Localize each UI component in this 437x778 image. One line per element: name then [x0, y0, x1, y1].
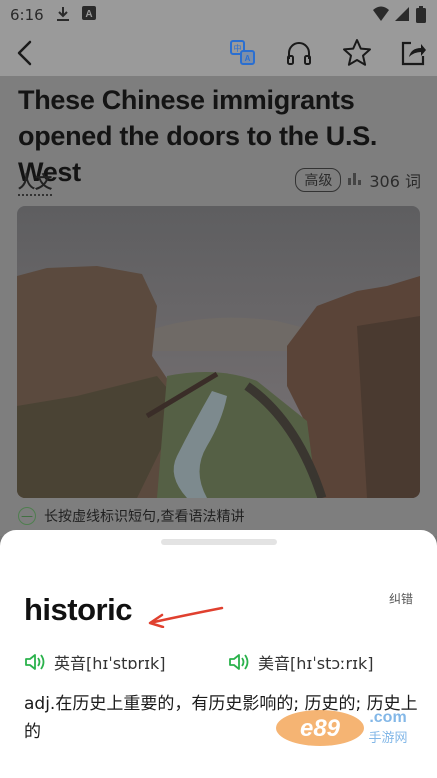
status-bar: 6:16 A [0, 0, 437, 30]
word-count: 306 词 [369, 172, 421, 191]
bar-chart-icon [347, 170, 363, 191]
top-toolbar: 中 A [0, 30, 437, 76]
svg-text:A: A [245, 54, 251, 63]
looked-up-word: historic [24, 592, 132, 627]
svg-text:e89: e89 [300, 715, 341, 742]
level-badge: 高级 [295, 168, 342, 192]
translate-icon: 中 A [230, 40, 255, 65]
us-pronunciation[interactable]: 美音[hɪˈstɔːrɪk] [228, 650, 374, 674]
star-icon [343, 39, 371, 66]
grammar-hint-text: 长按虚线标识短句,查看语法精讲 [44, 509, 245, 525]
back-button[interactable] [8, 36, 42, 70]
sheet-drag-handle[interactable] [161, 539, 277, 545]
svg-text:.com: .com [369, 709, 406, 726]
minus-circle-icon: — [18, 507, 36, 525]
signal-icon [394, 6, 410, 26]
word-definition-sheet: 纠错 historic 英音[hɪˈstɒrɪk] 美音[hɪˈstɔːrɪk]… [0, 530, 437, 778]
uk-pronunciation[interactable]: 英音[hɪˈstɒrɪk] [24, 650, 166, 674]
uk-pronunciation-text: 英音[hɪˈstɒrɪk] [54, 654, 166, 673]
article-hero-image [17, 206, 420, 498]
headphones-icon [287, 42, 311, 65]
svg-text:中: 中 [234, 43, 242, 53]
translate-button[interactable]: 中 A [226, 36, 260, 70]
wifi-icon [372, 6, 390, 26]
us-pronunciation-text: 美音[hɪˈstɔːrɪk] [258, 654, 374, 673]
report-error-button[interactable]: 纠错 [389, 590, 413, 607]
article-category[interactable]: 人文 [18, 168, 52, 196]
download-icon [56, 6, 70, 26]
back-icon [17, 40, 32, 66]
speaker-icon [25, 654, 45, 670]
article-meta: 高级 306 词 [295, 168, 421, 192]
status-time: 6:16 [10, 6, 44, 24]
listen-button[interactable] [282, 36, 316, 70]
article-content: These Chinese immigrants opened the door… [0, 76, 437, 536]
svg-text:A: A [85, 9, 92, 20]
favorite-button[interactable] [340, 36, 374, 70]
svg-text:手游网: 手游网 [368, 731, 407, 746]
battery-icon [416, 6, 426, 27]
font-icon: A [82, 6, 96, 24]
share-button[interactable] [396, 36, 430, 70]
annotation-arrow [148, 606, 224, 628]
share-icon [401, 41, 426, 66]
speaker-icon [229, 654, 249, 670]
grammar-hint: — 长按虚线标识短句,查看语法精讲 [18, 506, 244, 526]
site-watermark-logo: e89 .com 手游网 [276, 709, 408, 746]
